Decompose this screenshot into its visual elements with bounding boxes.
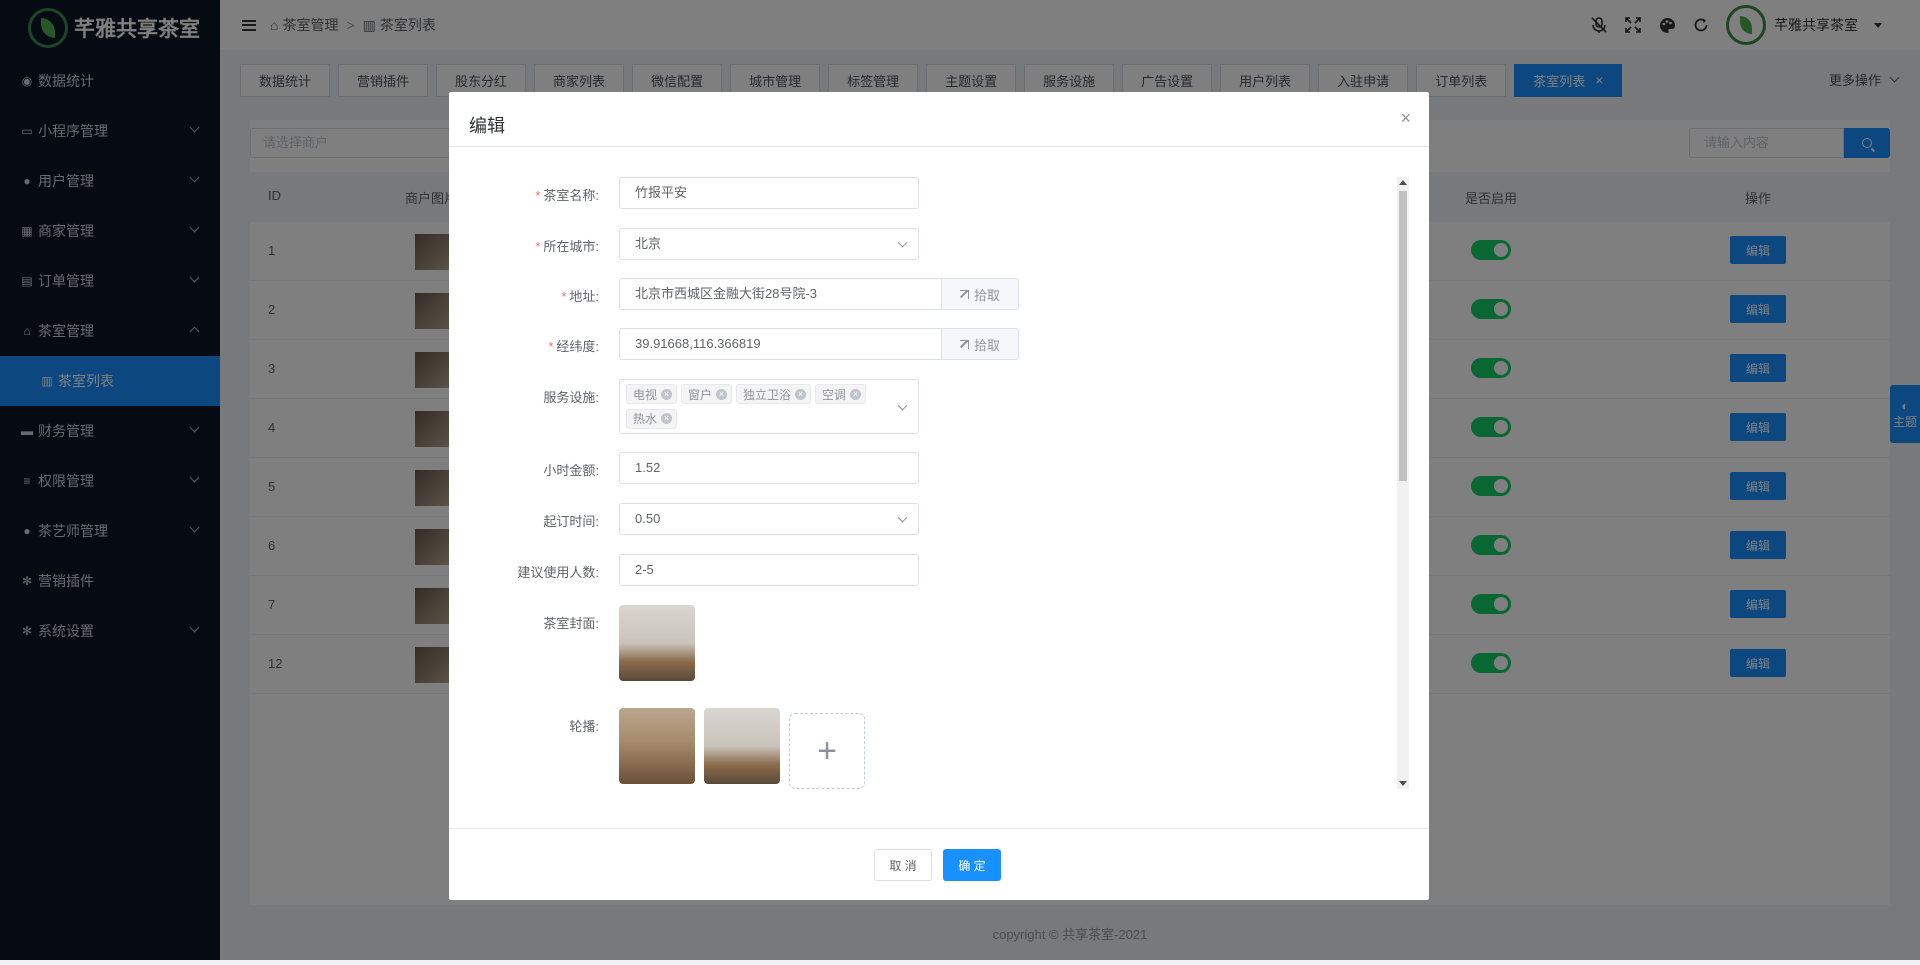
facility-tag: 热水 × bbox=[626, 408, 678, 429]
facility-tag: 电视 × bbox=[626, 384, 678, 404]
carousel-label: 轮播: bbox=[569, 719, 599, 734]
scroll-thumb[interactable] bbox=[1399, 191, 1407, 481]
pick-coords-button[interactable]: 拾取 bbox=[942, 328, 1019, 360]
min-time-value: 0.50 bbox=[635, 511, 661, 526]
address-input[interactable]: 北京市西城区金融大街28号院-3 bbox=[619, 278, 942, 310]
hourly-input[interactable]: 1.52 bbox=[619, 452, 919, 484]
address-label: * 地址: bbox=[561, 289, 599, 304]
address-label-text: 地址: bbox=[569, 289, 599, 304]
pick-label: 拾取 bbox=[973, 337, 1000, 353]
chevron-down-icon bbox=[897, 512, 908, 523]
coords-input[interactable]: 39.91668,116.366819 bbox=[619, 328, 942, 360]
confirm-button[interactable]: 确 定 bbox=[943, 849, 1001, 881]
city-label-text: 所在城市: bbox=[543, 239, 599, 254]
location-arrow-icon bbox=[959, 339, 969, 349]
name-label: * 茶室名称: bbox=[535, 188, 599, 203]
city-value: 北京 bbox=[635, 236, 662, 251]
tag-close-icon[interactable]: × bbox=[795, 388, 807, 400]
facility-tag-label: 电视 bbox=[633, 387, 658, 402]
scroll-up-icon[interactable] bbox=[1399, 180, 1407, 185]
tag-close-icon[interactable]: × bbox=[716, 388, 728, 400]
tag-close-icon[interactable]: × bbox=[661, 413, 673, 424]
cover-label: 茶室封面: bbox=[543, 616, 599, 631]
min-time-label: 起订时间: bbox=[543, 514, 599, 529]
coords-label: * 经纬度: bbox=[548, 339, 599, 354]
facilities-multiselect[interactable]: 电视 × 窗户 × 独立卫浴 × 空调 × 热水 × bbox=[619, 379, 919, 434]
tag-close-icon[interactable]: × bbox=[850, 388, 862, 400]
facility-tag: 窗户 × bbox=[681, 384, 733, 404]
facility-tag: 独立卫浴 × bbox=[736, 384, 812, 404]
tag-close-icon[interactable]: × bbox=[661, 388, 673, 400]
cover-image[interactable] bbox=[619, 605, 695, 681]
name-input[interactable]: 竹报平安 bbox=[619, 177, 919, 209]
dialog-title: 编辑 bbox=[449, 92, 1429, 147]
dialog-footer: 取 消 确 定 bbox=[449, 828, 1429, 900]
location-arrow-icon bbox=[959, 289, 969, 299]
carousel-image[interactable] bbox=[704, 708, 780, 784]
scroll-down-icon[interactable] bbox=[1399, 781, 1407, 786]
carousel-image[interactable] bbox=[619, 708, 695, 784]
city-label: * 所在城市: bbox=[535, 239, 599, 254]
facility-tag-label: 独立卫浴 bbox=[743, 387, 792, 402]
dialog-body: * 茶室名称: 竹报平安 * 所在城市: 北京 * 地址: 北京市西城区金融大街28号… bbox=[449, 147, 1429, 820]
chevron-down-icon bbox=[897, 237, 908, 248]
upload-plus-button[interactable]: + bbox=[789, 713, 865, 789]
facility-tag-label: 热水 bbox=[633, 412, 658, 426]
chevron-down-icon bbox=[897, 400, 908, 411]
coords-label-text: 经纬度: bbox=[556, 339, 599, 354]
facilities-label: 服务设施: bbox=[543, 390, 599, 405]
facility-tag-label: 空调 bbox=[822, 387, 847, 402]
edit-dialog: 编辑 × * 茶室名称: 竹报平安 * 所在城市: 北京 * 地址: 北京市西城区金融… bbox=[449, 92, 1429, 900]
city-select[interactable]: 北京 bbox=[619, 228, 919, 260]
facility-tag-label: 窗户 bbox=[688, 387, 713, 402]
name-label-text: 茶室名称: bbox=[543, 188, 599, 203]
cancel-button[interactable]: 取 消 bbox=[874, 849, 932, 881]
people-label: 建议使用人数: bbox=[517, 565, 599, 580]
facility-tag: 空调 × bbox=[815, 384, 867, 404]
min-time-select[interactable]: 0.50 bbox=[619, 503, 919, 535]
scrollbar[interactable] bbox=[1397, 177, 1409, 789]
pick-address-button[interactable]: 拾取 bbox=[942, 278, 1019, 310]
close-icon[interactable]: × bbox=[1400, 108, 1411, 129]
pick-label: 拾取 bbox=[973, 287, 1000, 303]
hourly-label: 小时金额: bbox=[543, 463, 599, 478]
people-input[interactable]: 2-5 bbox=[619, 554, 919, 586]
